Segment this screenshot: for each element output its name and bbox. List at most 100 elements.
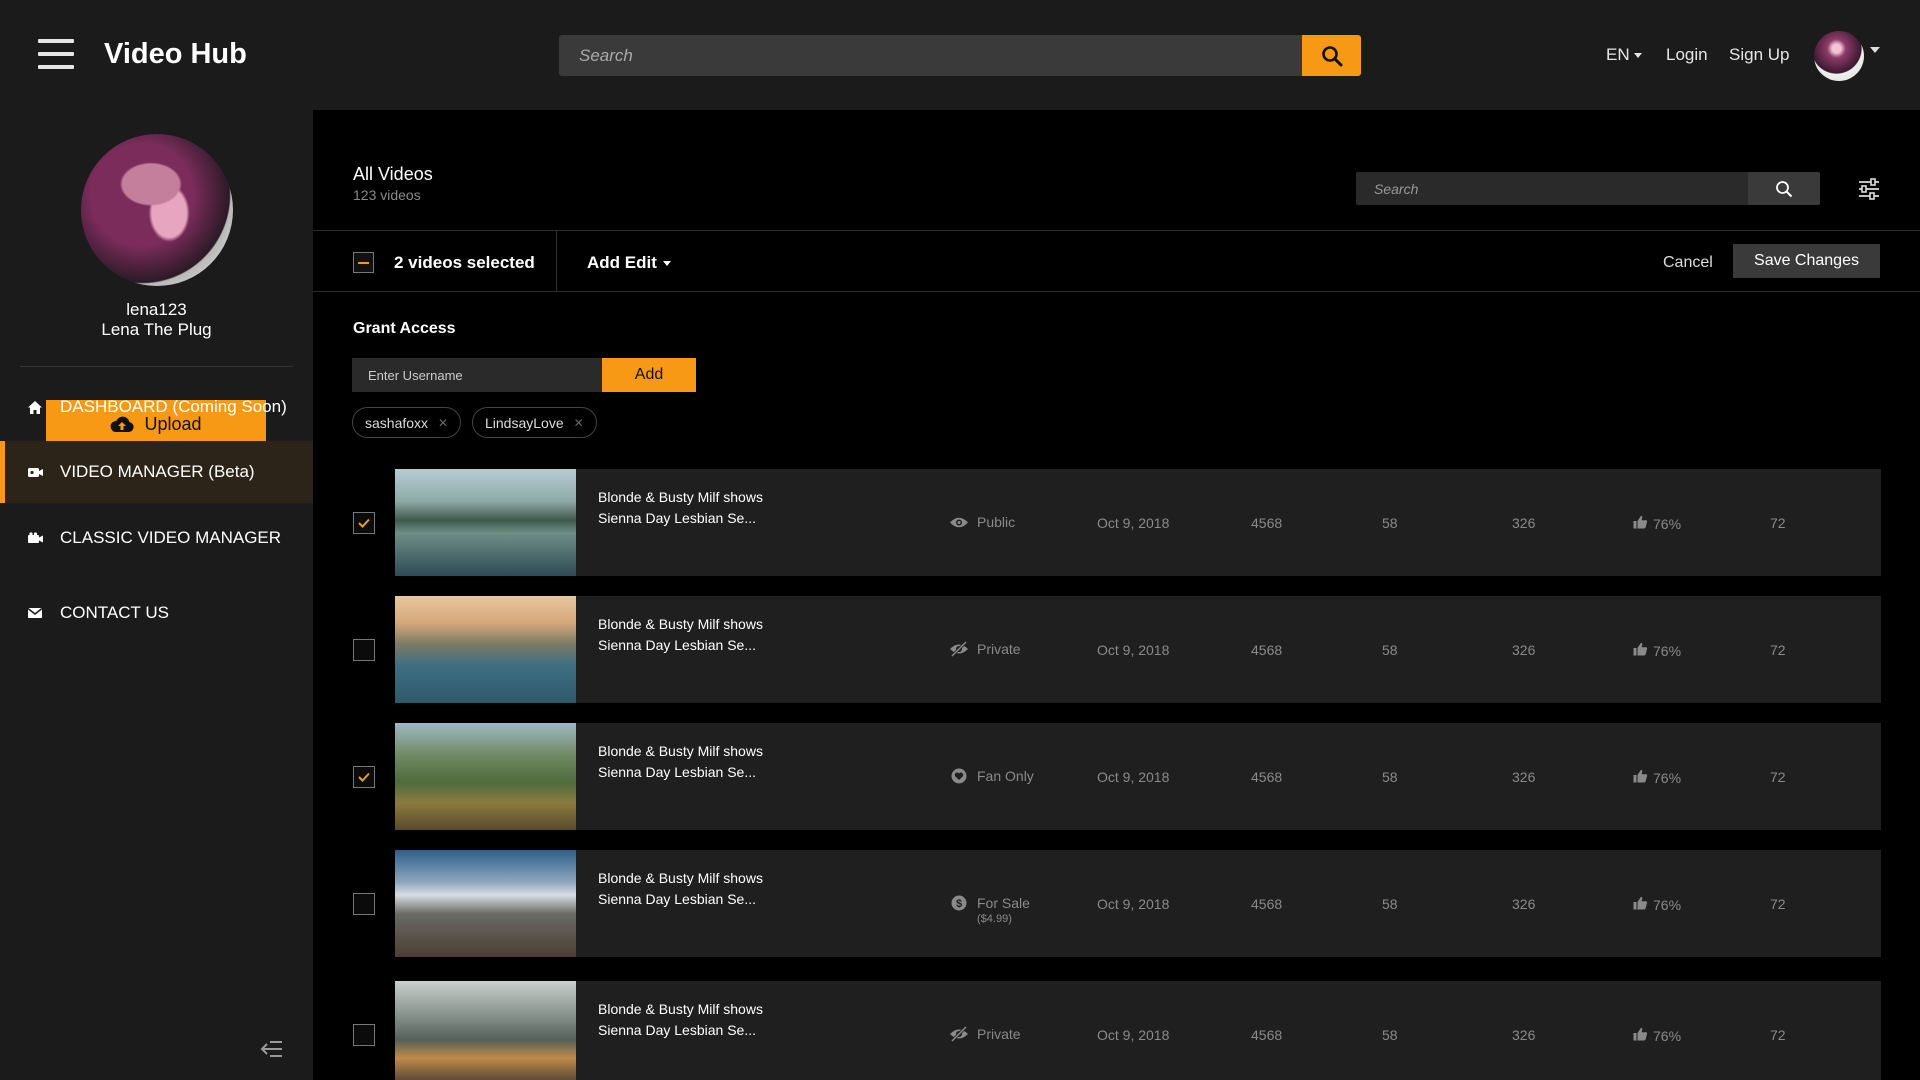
video-stat: 58 [1382,769,1398,785]
video-title[interactable]: Sienna Day Lesbian Se... [598,1022,756,1038]
sidebar-item-video-manager[interactable]: VIDEO MANAGER (Beta) [0,441,313,503]
video-stat: 72 [1770,896,1786,912]
video-status[interactable]: Fan Only [949,768,1034,784]
signup-link[interactable]: Sign Up [1729,45,1789,65]
user-avatar[interactable] [1814,31,1864,81]
remove-icon[interactable]: ✕ [438,416,448,430]
username-input[interactable]: Enter Username [352,358,602,392]
video-views: 4568 [1251,642,1283,658]
video-views: 4568 [1251,515,1283,531]
add-user-button[interactable]: Add [602,358,696,392]
main-content: All Videos 123 videos Search 2 videos se… [313,110,1920,1080]
eye-icon [949,514,969,530]
collapse-sidebar-icon[interactable] [259,1038,285,1060]
eye-slash-icon [949,1026,969,1042]
video-search-button[interactable] [1748,172,1820,205]
save-changes-button[interactable]: Save Changes [1733,244,1880,278]
video-stat: 72 [1770,515,1786,531]
row-checkbox[interactable] [353,766,375,788]
sidebar-item-label: VIDEO MANAGER (Beta) [60,462,255,481]
login-link[interactable]: Login [1666,45,1708,65]
row-checkbox[interactable] [353,512,375,534]
video-stat: 58 [1382,642,1398,658]
video-row[interactable]: Blonde & Busty Milf shows Sienna Day Lesb… [395,850,1881,957]
video-date: Oct 9, 2018 [1097,642,1170,658]
language-selector[interactable]: EN [1606,45,1643,65]
video-date: Oct 9, 2018 [1097,896,1170,912]
profile-display-name: Lena The Plug [101,320,212,339]
video-row[interactable]: Blonde & Busty Milf shows Sienna Day Lesb… [395,596,1881,703]
sidebar-item-label: DASHBOARD (Coming Soon) [60,397,287,416]
avatar-dropdown-icon[interactable] [1870,47,1880,53]
thumbs-up-icon [1633,769,1648,786]
video-title[interactable]: Blonde & Busty Milf shows [598,743,763,759]
video-views: 4568 [1251,896,1283,912]
row-checkbox[interactable] [353,639,375,661]
video-search-input[interactable]: Search [1356,172,1748,205]
status-label: For Sale [977,895,1030,911]
divider [313,230,1920,231]
sidebar-item-label: CLASSIC VIDEO MANAGER [60,528,282,547]
cancel-button[interactable]: Cancel [1663,254,1713,272]
sidebar: lena123 Lena The Plug Upload DASHBOARD (… [0,110,313,1080]
row-checkbox[interactable] [353,1024,375,1046]
video-title[interactable]: Sienna Day Lesbian Se... [598,764,756,780]
video-title[interactable]: Sienna Day Lesbian Se... [598,510,756,526]
row-checkbox[interactable] [353,893,375,915]
rating-value: 76% [1653,1027,1682,1044]
dollar-icon: $ [949,895,969,911]
video-title[interactable]: Sienna Day Lesbian Se... [598,891,756,907]
sidebar-item-dashboard[interactable]: DASHBOARD (Coming Soon) [0,376,313,438]
video-manager-icon [26,463,44,481]
video-date: Oct 9, 2018 [1097,515,1170,531]
video-stat: 72 [1770,1027,1786,1043]
sidebar-item-label: CONTACT US [60,603,169,622]
video-stat: 58 [1382,1027,1398,1043]
video-status[interactable]: Public [949,514,1015,530]
home-icon [26,398,44,416]
chevron-down-icon [662,261,671,267]
chevron-down-icon [1634,53,1643,59]
status-label: Private [977,1026,1021,1042]
hamburger-menu-icon[interactable] [38,39,74,69]
add-edit-dropdown[interactable]: Add Edit [587,253,671,273]
video-title[interactable]: Sienna Day Lesbian Se... [598,637,756,653]
video-thumbnail[interactable] [395,723,576,830]
select-all-checkbox[interactable] [353,252,374,273]
search-icon [1321,45,1342,66]
remove-icon[interactable]: ✕ [574,416,584,430]
video-status[interactable]: $ For Sale ($4.99) [949,895,1030,925]
thumbs-up-icon [1633,896,1648,913]
video-title[interactable]: Blonde & Busty Milf shows [598,1001,763,1017]
video-title[interactable]: Blonde & Busty Milf shows [598,870,763,886]
profile-username: lena123 [126,300,187,319]
sidebar-item-classic-video-manager[interactable]: CLASSIC VIDEO MANAGER [0,507,313,569]
video-row[interactable]: Blonde & Busty Milf shows Sienna Day Lesb… [395,723,1881,830]
top-search-input[interactable]: Search [559,35,1302,76]
sidebar-item-contact-us[interactable]: CONTACT US [0,582,313,644]
video-stat: 72 [1770,769,1786,785]
divider [556,230,557,291]
video-thumbnail[interactable] [395,596,576,703]
video-title[interactable]: Blonde & Busty Milf shows [598,489,763,505]
video-thumbnail[interactable] [395,469,576,576]
filter-settings-icon[interactable] [1857,177,1881,201]
video-row[interactable]: Blonde & Busty Milf shows Sienna Day Lesb… [395,981,1881,1080]
camera-icon [26,529,44,547]
rating-value: 76% [1653,769,1682,786]
rating-value: 76% [1653,896,1682,913]
page-title: All Videos [353,164,433,184]
top-search-button[interactable] [1302,35,1361,76]
top-bar: Video Hub Search EN Login Sign Up [0,0,1920,110]
video-title[interactable]: Blonde & Busty Milf shows [598,616,763,632]
video-rating: 76% [1633,515,1681,532]
video-row[interactable]: Blonde & Busty Milf shows Sienna Day Lesb… [395,469,1881,576]
envelope-icon [26,604,44,622]
video-thumbnail[interactable] [395,981,576,1080]
video-status[interactable]: Private [949,641,1021,657]
video-status[interactable]: Private [949,1026,1021,1042]
thumbs-up-icon [1633,515,1648,532]
video-thumbnail[interactable] [395,850,576,957]
video-stat: 72 [1770,642,1786,658]
thumbs-up-icon [1633,642,1648,659]
